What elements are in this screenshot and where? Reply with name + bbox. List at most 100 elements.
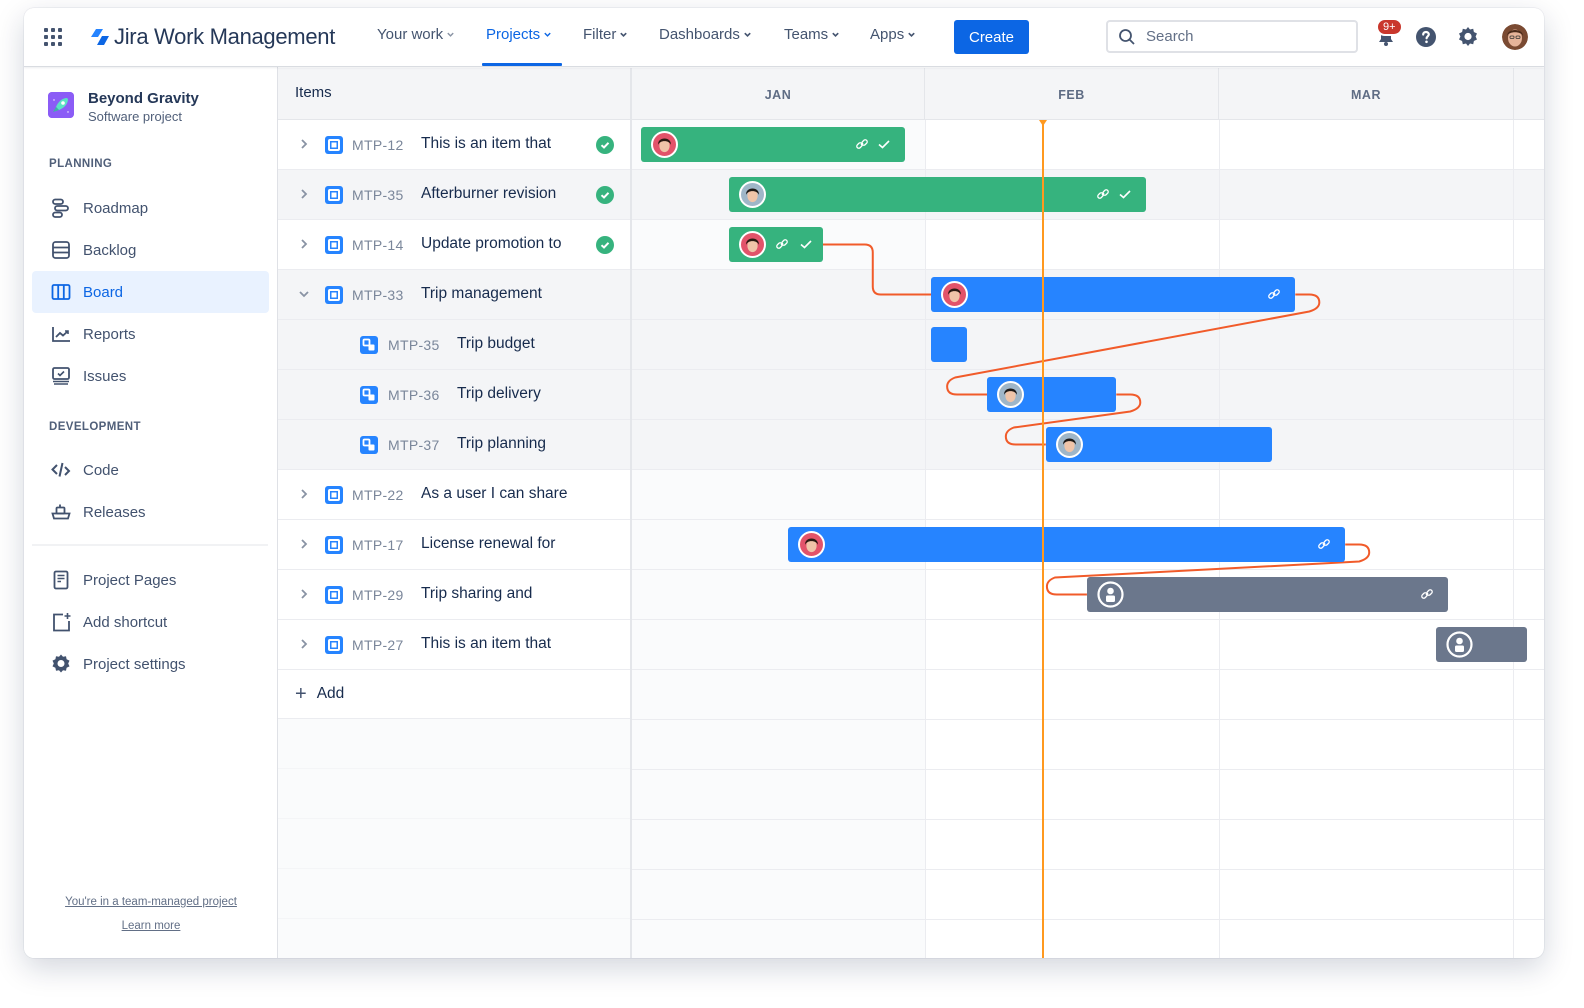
timeline-bar[interactable] (1436, 627, 1528, 662)
item-title[interactable]: This is an item that (421, 135, 551, 153)
assignee-avatar[interactable] (1055, 431, 1083, 458)
link-icon[interactable] (1267, 287, 1281, 301)
chevron-down-icon[interactable] (298, 288, 310, 300)
sidebar-item-releases[interactable]: Releases (32, 491, 269, 533)
item-key[interactable]: MTP-37 (388, 437, 440, 453)
item-row[interactable]: MTP-33 Trip management (278, 270, 630, 320)
link-icon[interactable] (1420, 587, 1434, 601)
item-title[interactable]: This is an item that (421, 635, 551, 653)
sidebar-item-add-shortcut[interactable]: Add shortcut (32, 601, 269, 643)
sidebar-item-board[interactable]: Board (32, 271, 269, 313)
epic-icon (325, 486, 343, 504)
sidebar-item-project-settings[interactable]: Project settings (32, 643, 269, 685)
item-title[interactable]: Trip delivery (457, 385, 541, 403)
link-icon[interactable] (775, 237, 789, 251)
unassigned-avatar-icon (1097, 581, 1124, 608)
chevron-right-icon[interactable] (298, 188, 310, 200)
timeline-bar[interactable] (987, 377, 1117, 412)
item-row[interactable]: MTP-29 Trip sharing and (278, 570, 630, 620)
item-row[interactable]: MTP-27 This is an item that (278, 620, 630, 670)
item-key[interactable]: MTP-35 (352, 187, 404, 203)
chevron-right-icon[interactable] (298, 538, 310, 550)
item-title[interactable]: Trip sharing and (421, 585, 532, 603)
item-key[interactable]: MTP-29 (352, 587, 404, 603)
item-row[interactable]: MTP-35 Afterburner revision (278, 170, 630, 220)
assignee-avatar[interactable] (738, 231, 766, 258)
assignee-avatar[interactable] (941, 281, 969, 308)
item-row[interactable]: MTP-14 Update promotion to (278, 220, 630, 270)
profile-avatar[interactable] (1502, 24, 1528, 50)
item-key[interactable]: MTP-35 (388, 337, 440, 353)
item-row[interactable]: MTP-12 This is an item that (278, 120, 630, 170)
help-icon[interactable] (1414, 25, 1438, 49)
timeline-bar[interactable] (931, 327, 967, 362)
link-icon[interactable] (1096, 187, 1110, 201)
search-input[interactable] (1146, 28, 1336, 45)
item-row[interactable]: MTP-17 License renewal for (278, 520, 630, 570)
link-icon[interactable] (855, 137, 869, 151)
search-field[interactable] (1106, 20, 1358, 53)
assignee-avatar[interactable] (738, 181, 766, 208)
nav-apps[interactable]: Apps (870, 26, 916, 43)
sidebar-item-roadmap[interactable]: Roadmap (32, 187, 269, 229)
nav-dashboards[interactable]: Dashboards (659, 26, 752, 43)
chevron-right-icon[interactable] (298, 138, 310, 150)
item-row[interactable]: MTP-36 Trip delivery (278, 370, 630, 420)
item-row[interactable]: MTP-22 As a user I can share (278, 470, 630, 520)
item-title[interactable]: Trip budget (457, 335, 535, 353)
nav-your-work[interactable]: Your work (377, 26, 455, 43)
items-panel: Items MTP-12 This is an item that MTP-35 Af… (278, 68, 632, 958)
project-type: Software project (88, 109, 182, 124)
timeline-bar[interactable] (640, 127, 905, 162)
item-key[interactable]: MTP-12 (352, 137, 404, 153)
app-switcher-icon[interactable] (44, 28, 62, 46)
link-icon[interactable] (1317, 537, 1331, 551)
learn-more-link[interactable]: Learn more (24, 920, 278, 932)
timeline-bar[interactable] (728, 227, 823, 262)
sidebar-item-backlog[interactable]: Backlog (32, 229, 269, 271)
item-title[interactable]: Afterburner revision (421, 185, 556, 203)
item-key[interactable]: MTP-17 (352, 537, 404, 553)
timeline-bar[interactable] (728, 177, 1146, 212)
assignee-avatar[interactable] (797, 531, 825, 558)
assignee-avatar[interactable] (650, 131, 678, 158)
timeline-bar[interactable] (1045, 427, 1272, 462)
add-item-button[interactable]: + Add (278, 670, 630, 719)
timeline-bar[interactable] (1086, 577, 1448, 612)
item-key[interactable]: MTP-22 (352, 487, 404, 503)
item-title[interactable]: Trip management (421, 285, 542, 303)
sidebar-item-code[interactable]: Code (32, 449, 269, 491)
item-row[interactable]: MTP-35 Trip budget (278, 320, 630, 370)
sidebar-item-label: Code (83, 461, 119, 479)
item-title[interactable]: License renewal for (421, 535, 555, 553)
chevron-right-icon[interactable] (298, 638, 310, 650)
timeline-row (632, 670, 1544, 720)
item-title[interactable]: As a user I can share (421, 485, 567, 503)
project-header[interactable]: Beyond Gravity Software project (48, 90, 199, 124)
sidebar-item-issues[interactable]: Issues (32, 355, 269, 397)
nav-filter[interactable]: Filter (583, 26, 628, 43)
assignee-avatar[interactable] (997, 381, 1025, 408)
nav-projects[interactable]: Projects (486, 26, 552, 43)
sidebar-item-reports[interactable]: Reports (32, 313, 269, 355)
item-row[interactable]: MTP-37 Trip planning (278, 420, 630, 470)
chevron-right-icon[interactable] (298, 588, 310, 600)
sidebar-item-project-pages[interactable]: Project Pages (32, 559, 269, 601)
chevron-right-icon[interactable] (298, 238, 310, 250)
product-logo[interactable]: Jira Work Management (90, 24, 335, 50)
board-icon (51, 284, 71, 300)
nav-teams[interactable]: Teams (784, 26, 840, 43)
item-key[interactable]: MTP-33 (352, 287, 404, 303)
create-button[interactable]: Create (954, 20, 1029, 54)
today-marker-arrow-icon (1038, 120, 1047, 126)
item-key[interactable]: MTP-27 (352, 637, 404, 653)
timeline-bar[interactable] (931, 277, 1296, 312)
team-managed-notice[interactable]: You're in a team-managed project (24, 896, 278, 908)
item-title[interactable]: Trip planning (457, 435, 546, 453)
item-key[interactable]: MTP-14 (352, 237, 404, 253)
item-title[interactable]: Update promotion to (421, 235, 561, 253)
timeline-bar[interactable] (787, 527, 1346, 562)
chevron-right-icon[interactable] (298, 488, 310, 500)
settings-icon[interactable] (1456, 25, 1480, 49)
item-key[interactable]: MTP-36 (388, 387, 440, 403)
